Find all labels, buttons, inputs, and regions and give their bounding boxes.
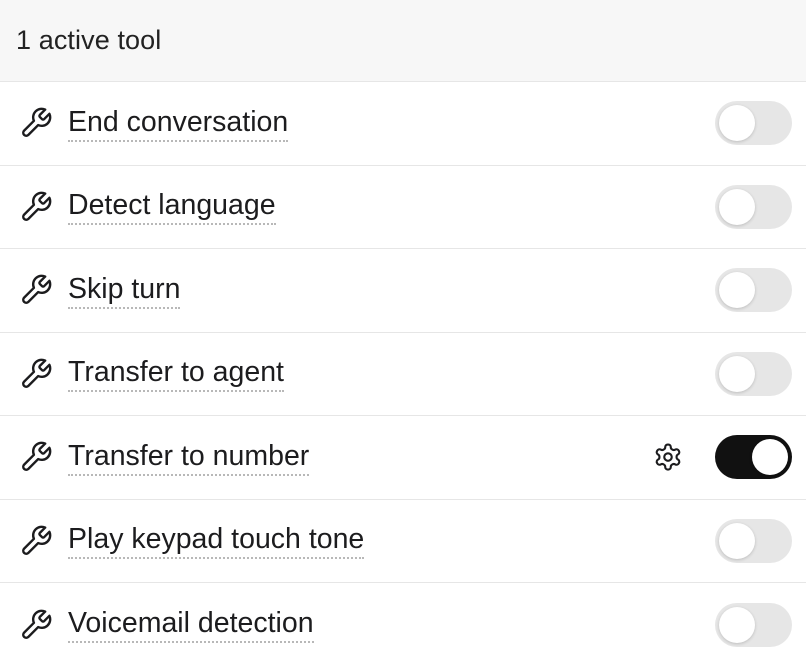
- toggle-knob: [719, 606, 755, 643]
- tool-row-voicemail-detection: Voicemail detection: [0, 583, 806, 664]
- tool-row-detect-language: Detect language: [0, 166, 806, 249]
- tool-label[interactable]: Voicemail detection: [68, 606, 314, 644]
- gear-icon[interactable]: [651, 440, 685, 474]
- tool-toggle[interactable]: [715, 435, 792, 480]
- tool-toggle[interactable]: [715, 351, 792, 396]
- toggle-knob: [719, 105, 755, 142]
- tool-row-skip-turn: Skip turn: [0, 249, 806, 333]
- tool-label[interactable]: Transfer to number: [68, 439, 310, 476]
- wrench-icon: [18, 272, 54, 308]
- tools-panel: 1 active tool End conversation Detect la…: [0, 0, 806, 664]
- tool-label[interactable]: Skip turn: [68, 272, 181, 309]
- tool-row-play-keypad-touch-tone: Play keypad touch tone: [0, 500, 806, 583]
- tool-toggle[interactable]: [715, 602, 792, 647]
- toggle-knob: [719, 188, 755, 225]
- tool-label[interactable]: End conversation: [68, 105, 289, 142]
- tool-toggle[interactable]: [715, 101, 792, 146]
- active-tools-count: 1 active tool: [16, 25, 162, 55]
- tool-row-end-conversation: End conversation: [0, 82, 806, 166]
- tool-row-transfer-to-agent: Transfer to agent: [0, 333, 806, 416]
- tools-header: 1 active tool: [0, 0, 806, 82]
- toggle-knob: [719, 272, 755, 309]
- tool-label[interactable]: Transfer to agent: [68, 355, 284, 393]
- tool-toggle[interactable]: [715, 268, 792, 313]
- wrench-icon: [18, 105, 54, 141]
- wrench-icon: [18, 356, 54, 392]
- wrench-icon: [18, 189, 54, 225]
- tool-row-transfer-to-number: Transfer to number: [0, 416, 806, 500]
- toggle-knob: [719, 355, 755, 392]
- tool-toggle[interactable]: [715, 184, 792, 229]
- wrench-icon: [18, 439, 54, 475]
- tool-label[interactable]: Detect language: [68, 188, 276, 226]
- tools-list: End conversation Detect language Skip tu…: [0, 82, 806, 664]
- toggle-knob: [719, 522, 755, 559]
- toggle-knob: [752, 439, 788, 476]
- wrench-icon: [18, 523, 54, 559]
- tool-label[interactable]: Play keypad touch tone: [68, 522, 365, 560]
- tool-toggle[interactable]: [715, 518, 792, 563]
- wrench-icon: [18, 607, 54, 643]
